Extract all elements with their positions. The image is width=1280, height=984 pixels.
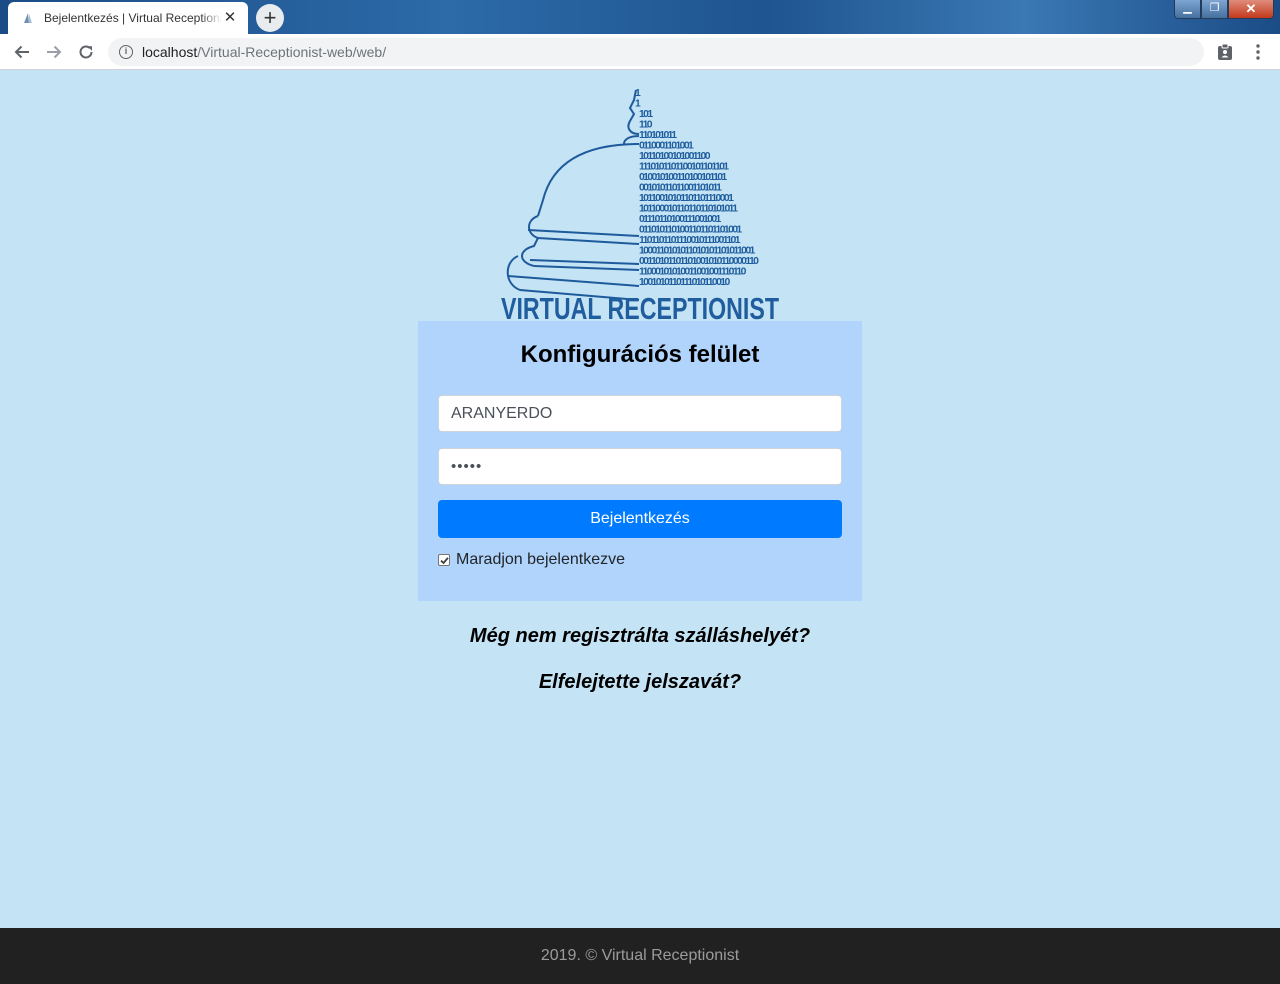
logo-binary-line: 1101101101110010111001101 [639,235,741,246]
reload-icon[interactable] [75,41,97,63]
new-tab-button[interactable]: + [256,4,284,32]
login-card: Konfigurációs felület ARANYERDO ••••• Be… [418,321,862,601]
virtual-receptionist-logo: 1 1 101 110 110101011 0110001101001 1011010010… [498,88,782,322]
url-host: localhost [142,44,198,60]
footer: 2019. © Virtual Receptionist [0,928,1280,984]
logo-binary-line: 1110101101100101101101 [639,162,729,173]
username-field[interactable]: ARANYERDO [438,395,842,432]
remember-me-row[interactable]: Maradjon bejelentkezve [438,550,625,570]
forgot-password-link[interactable]: Elfelejtette jelszavát? [0,671,1280,694]
site-info-icon[interactable]: i [119,45,133,59]
login-title: Konfigurációs felület [520,341,760,368]
logo-binary-line: 0110001101001 [639,141,694,152]
forward-arrow-icon[interactable] [43,41,65,63]
browser-toolbar: i localhost /Virtual-Receptionist-web/we… [0,34,1280,70]
logo-binary-line: 10110010101101101110001 [639,193,734,204]
favicon-icon [20,10,36,26]
logo-binary-line: 0110101101001101101101001 [639,225,742,236]
window-close-button[interactable]: ✕ [1228,0,1274,19]
page-content: 1 1 101 110 110101011 0110001101001 1011010010… [0,71,1280,928]
logo-binary-line: 01110110100111001001 [639,214,722,225]
logo-binary-line: 11000101010011001001110110 [639,267,747,278]
logo-binary-line: 10110100101001100 [639,151,711,162]
window-minimize-button[interactable]: ▁ [1174,0,1201,19]
logo-binary-line: 00101011011001101011 [639,183,722,194]
remember-me-label[interactable]: Maradjon bejelentkezve [456,551,625,569]
logo-binary-line: 010010100110100101101 [639,172,727,183]
logo-binary-line: 110 [639,120,653,131]
url-path: /Virtual-Receptionist-web/web/ [197,44,387,60]
logo-binary-line: 110101011 [639,130,677,141]
logo-binary-line: 1000110101011010101101011001 [639,246,756,257]
tab-title: Bejelentkezés | Virtual Receptionist [44,11,222,25]
logo-binary-line: 1 [635,99,641,110]
logo-binary-line: 00110101101101001010110000110 [639,256,759,267]
checkmark-icon [439,556,449,564]
kebab-menu-icon[interactable] [1250,42,1266,62]
tab-close-icon[interactable]: ✕ [222,10,238,26]
register-link[interactable]: Még nem regisztrálta szálláshelyét? [0,625,1280,648]
address-bar[interactable]: i localhost /Virtual-Receptionist-web/we… [108,38,1204,66]
logo-binary-line: 1 [635,88,641,99]
remember-me-checkbox[interactable] [438,554,450,566]
password-field[interactable]: ••••• [438,448,842,485]
logo-binary-line: 101 [639,109,653,120]
window-maximize-button[interactable]: ❐ [1201,0,1228,19]
logo-binary-line: 101100010110110110101011 [639,204,738,215]
logo-binary-line: 1001010110111010110010 [639,277,730,288]
browser-titlebar: Bejelentkezés | Virtual Receptionist ✕ +… [0,0,1280,34]
browser-tab[interactable]: Bejelentkezés | Virtual Receptionist ✕ [8,2,248,34]
logo-wordmark: VIRTUAL RECEPTIONIST [501,291,779,322]
back-arrow-icon[interactable] [11,41,33,63]
clipboard-extension-icon[interactable] [1215,42,1235,62]
login-button[interactable]: Bejelentkezés [438,500,842,538]
